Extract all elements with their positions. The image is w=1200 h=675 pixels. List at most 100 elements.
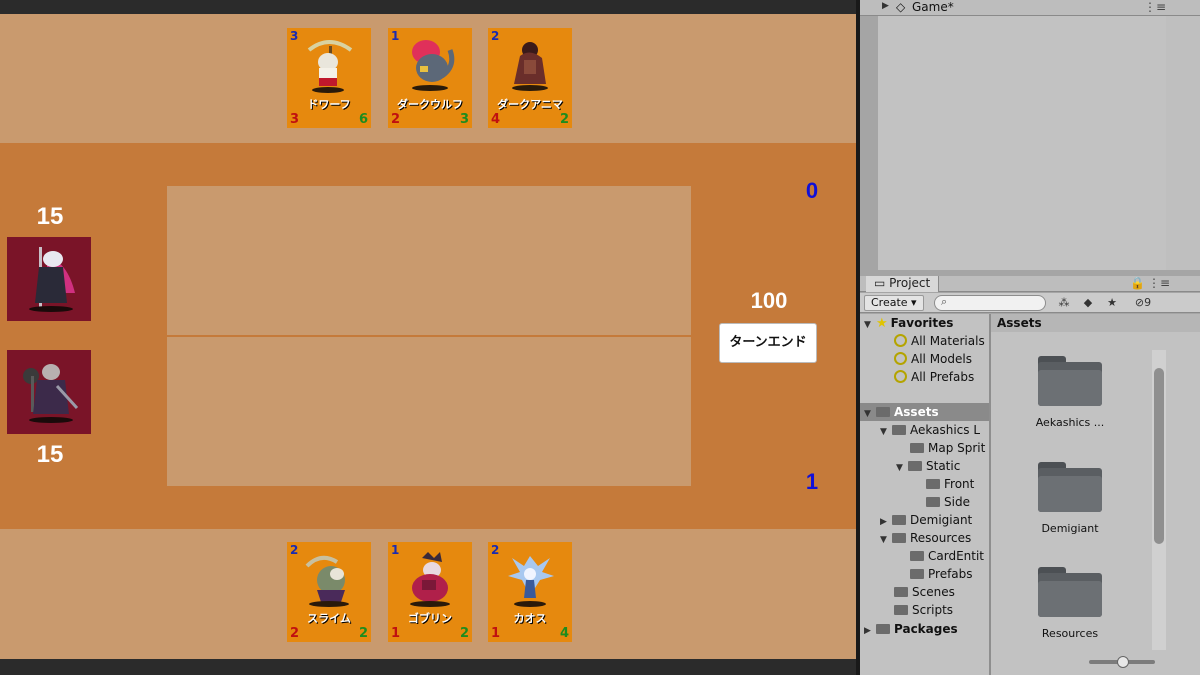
tree-aekashics[interactable]: ▼ Aekashics L <box>860 421 980 439</box>
enemy-field-area[interactable] <box>167 186 691 335</box>
tree-label: Scripts <box>912 603 954 617</box>
card-attack: 2 <box>391 112 401 127</box>
create-button[interactable]: Create ▾ <box>864 295 924 311</box>
card-cost: 2 <box>290 543 299 557</box>
folder-icon <box>892 515 906 525</box>
tree-static[interactable]: ▼ Static <box>860 457 960 475</box>
tag-icon[interactable]: ◆ <box>1078 295 1098 311</box>
tree-label: Aekashics L <box>910 423 981 437</box>
menu-icon[interactable]: ⋮≡ <box>1148 276 1170 290</box>
scene-name[interactable]: Game* <box>912 0 954 15</box>
card-cost: 2 <box>491 543 500 557</box>
dark-wolf-icon <box>412 40 455 91</box>
card-name: ゴブリン <box>408 612 452 625</box>
expand-arrow-icon[interactable]: ▶ <box>882 1 889 11</box>
tree-label: All Models <box>911 352 972 366</box>
enemy-hero-hp: 15 <box>36 203 64 230</box>
scrollbar-thumb[interactable] <box>1154 368 1164 544</box>
folder-icon <box>926 497 940 507</box>
hidden-packages-toggle[interactable]: ⊘9 <box>1126 295 1160 311</box>
turn-timer: 100 <box>750 288 788 313</box>
card-health: 3 <box>459 112 469 127</box>
tree-card-entit[interactable]: CardEntit <box>860 547 984 565</box>
turn-end-button[interactable]: ターンエンド <box>719 323 817 363</box>
project-tabbar: ▭ Project 🔒 ⋮≡ <box>860 276 1200 292</box>
player-card-slime[interactable]: 2 スライム 2 2 <box>287 542 371 642</box>
search-icon <box>894 334 907 347</box>
tree-fav-all-models[interactable]: All Models <box>860 350 972 368</box>
folder-icon <box>876 624 890 634</box>
lock-icon[interactable]: 🔒 <box>1130 276 1145 290</box>
tree-side[interactable]: Side <box>860 493 970 511</box>
unity-scene-icon: ◇ <box>896 0 906 14</box>
tree-label: All Materials <box>911 334 985 348</box>
asset-folder-resources[interactable]: Resources <box>1025 567 1115 640</box>
create-button-label: Create <box>871 296 908 309</box>
enemy-card-dark-anima[interactable]: 2 ダークアニマ 4 2 <box>488 28 572 128</box>
star-icon[interactable]: ★ <box>1102 295 1122 311</box>
tree-label: Resources <box>910 531 972 545</box>
card-name: カオス <box>513 612 547 625</box>
assets-grid-panel: Assets Aekashics ... Demigiant Resources <box>991 314 1200 675</box>
tree-fav-all-materials[interactable]: All Materials <box>860 332 985 350</box>
card-cost: 1 <box>391 29 400 43</box>
card-attack: 1 <box>491 626 501 641</box>
tree-packages[interactable]: ▶ Packages <box>860 620 958 638</box>
tree-label: Demigiant <box>910 513 973 527</box>
dark-anima-icon <box>512 42 548 91</box>
tab-project[interactable]: ▭ Project <box>866 276 940 292</box>
enemy-hero[interactable] <box>7 237 91 321</box>
search-icon <box>894 370 907 383</box>
card-health: 6 <box>358 112 368 127</box>
enemy-hand-zone: 3 ドワーフ 3 6 1 ダークウルフ 2 3 2 ダークアニマ 4 2 <box>0 14 856 143</box>
folder-icon <box>894 605 908 615</box>
folder-icon <box>926 479 940 489</box>
folder-icon <box>910 551 924 561</box>
game-view-bottom-bar <box>0 659 858 675</box>
tree-scenes[interactable]: Scenes <box>860 583 955 601</box>
tree-label: CardEntit <box>928 549 985 563</box>
tree-label: Static <box>926 459 961 473</box>
tree-scripts[interactable]: Scripts <box>860 601 953 619</box>
tree-demigiant[interactable]: ▶ Demigiant <box>860 511 972 529</box>
folder-icon <box>876 407 890 417</box>
expand-arrow-icon: ▶ <box>864 626 871 636</box>
tree-favorites[interactable]: ▼ ★ Favorites <box>860 314 953 332</box>
card-attack: 1 <box>391 626 401 641</box>
folder-icon <box>892 533 906 543</box>
assets-scrollbar[interactable] <box>1152 350 1166 650</box>
enemy-card-dwarf[interactable]: 3 ドワーフ 3 6 <box>287 28 371 128</box>
player-hero[interactable] <box>7 350 91 434</box>
tree-map-sprit[interactable]: Map Sprit <box>860 439 985 457</box>
tree-label: Packages <box>894 622 958 636</box>
enemy-card-dark-wolf[interactable]: 1 ダークウルフ 2 3 <box>388 28 472 128</box>
tree-front[interactable]: Front <box>860 475 974 493</box>
tree-assets[interactable]: ▼ Assets <box>860 403 989 421</box>
tree-label: All Prefabs <box>911 370 975 384</box>
tree-label: Assets <box>894 405 939 419</box>
player-field-area[interactable] <box>167 337 691 486</box>
asset-folder-demigiant[interactable]: Demigiant <box>1025 462 1115 535</box>
folder-tab-icon: ▭ <box>874 276 890 290</box>
icon-size-slider[interactable] <box>1089 656 1155 668</box>
tree-resources[interactable]: ▼ Resources <box>860 529 971 547</box>
player-card-chaos[interactable]: 2 カオス 1 4 <box>488 542 572 642</box>
project-search-input[interactable]: ⌕ <box>934 295 1046 311</box>
tree-fav-all-prefabs[interactable]: All Prefabs <box>860 368 974 386</box>
filter-type-icon[interactable]: ⁂ <box>1054 295 1074 311</box>
asset-label: Aekashics ... <box>1035 416 1105 429</box>
folder-icon <box>1038 567 1102 617</box>
tree-label: Prefabs <box>928 567 973 581</box>
player-mana: 1 <box>805 469 819 494</box>
card-attack: 4 <box>491 112 501 127</box>
hierarchy-tabbar: ▶ ◇ Game* ⋮≡ <box>860 0 1200 16</box>
battle-field: 15 15 0 100 ターンエンド 1 <box>0 143 856 529</box>
asset-folder-aekashics[interactable]: Aekashics ... <box>1025 356 1115 429</box>
menu-icon[interactable]: ⋮≡ <box>1144 0 1166 14</box>
tree-label: Favorites <box>890 316 954 330</box>
enemy-mana: 0 <box>805 178 819 203</box>
tree-prefabs[interactable]: Prefabs <box>860 565 973 583</box>
slider-knob[interactable] <box>1117 656 1129 668</box>
player-card-goblin[interactable]: 1 ゴブリン 1 2 <box>388 542 472 642</box>
card-health: 4 <box>559 626 569 641</box>
